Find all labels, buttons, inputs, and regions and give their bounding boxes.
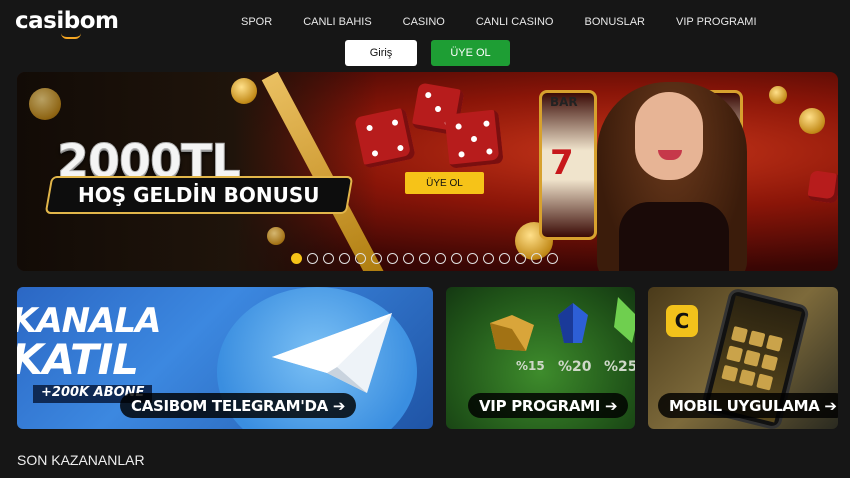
slot-seven-symbol: 7 <box>550 143 574 183</box>
register-button[interactable]: ÜYE OL <box>431 40 510 66</box>
vip-percent-25: %25 <box>604 359 635 375</box>
vip-promo-card[interactable]: %15 %20 %25 VIP PROGRAMI ➔ <box>446 287 635 429</box>
coin-icon <box>769 86 787 104</box>
dice-icon <box>354 107 416 169</box>
carousel-dot[interactable] <box>307 253 318 264</box>
carousel-dot[interactable] <box>355 253 366 264</box>
carousel-dot[interactable] <box>419 253 430 264</box>
mobile-app-promo-card[interactable]: C MOBIL UYGULAMA ➔ <box>648 287 838 429</box>
carousel-dot[interactable] <box>451 253 462 264</box>
hero-banner[interactable]: BAR 7 BAR 7 2000TL HOŞ GELDİN BONUSU ÜYE… <box>17 72 838 271</box>
coin-icon <box>267 227 285 245</box>
carousel-pagination <box>291 253 558 264</box>
logo-text: casibom <box>15 8 119 34</box>
main-nav: SPOR CANLI BAHIS CASINO CANLI CASINO BON… <box>241 16 788 28</box>
vip-percent-20: %20 <box>558 359 592 375</box>
slot-bar-symbol: BAR <box>550 95 578 109</box>
telegram-promo-card[interactable]: KANALA KATIL +200K ABONE CASIBOM TELEGRA… <box>17 287 433 429</box>
hero-register-button[interactable]: ÜYE OL <box>405 172 484 194</box>
carousel-dot[interactable] <box>515 253 526 264</box>
carousel-dot[interactable] <box>483 253 494 264</box>
vip-percent-15: %15 <box>516 359 545 373</box>
carousel-dot[interactable] <box>499 253 510 264</box>
mobile-app-link[interactable]: MOBIL UYGULAMA ➔ <box>658 393 838 418</box>
coin-icon <box>29 88 61 120</box>
logo-smile-icon <box>61 33 81 39</box>
hero-model-image <box>589 72 759 271</box>
gold-gem-icon <box>490 315 534 351</box>
nav-bonuslar[interactable]: BONUSLAR <box>584 16 645 28</box>
nav-canli-bahis[interactable]: CANLI BAHIS <box>303 16 371 28</box>
login-button[interactable]: Giriş <box>345 40 417 66</box>
bonus-headline: HOŞ GELDİN BONUSU <box>78 183 320 207</box>
telegram-plane-icon <box>272 313 392 393</box>
casibom-app-icon: C <box>666 305 698 337</box>
blue-gem-icon <box>558 303 588 343</box>
carousel-dot[interactable] <box>291 253 302 264</box>
nav-casino[interactable]: CASINO <box>403 16 445 28</box>
recent-winners-title: SON KAZANANLAR <box>17 452 145 468</box>
carousel-dot[interactable] <box>435 253 446 264</box>
carousel-dot[interactable] <box>403 253 414 264</box>
nav-vip-programi[interactable]: VIP PROGRAMI <box>676 16 756 28</box>
carousel-dot[interactable] <box>339 253 350 264</box>
coin-icon <box>231 78 257 104</box>
coin-icon <box>799 108 825 134</box>
carousel-dot[interactable] <box>547 253 558 264</box>
carousel-dot[interactable] <box>467 253 478 264</box>
nav-canli-casino[interactable]: CANLI CASINO <box>476 16 554 28</box>
carousel-dot[interactable] <box>371 253 382 264</box>
carousel-dot[interactable] <box>387 253 398 264</box>
green-gem-icon <box>614 297 635 343</box>
dice-icon <box>807 170 838 204</box>
nav-spor[interactable]: SPOR <box>241 16 272 28</box>
telegram-link[interactable]: CASIBOM TELEGRAM'DA ➔ <box>120 393 357 418</box>
vip-program-link[interactable]: VIP PROGRAMI ➔ <box>468 393 629 418</box>
bonus-headline-tag: HOŞ GELDİN BONUSU <box>44 176 354 214</box>
casibom-logo[interactable]: casibom <box>15 8 119 39</box>
telegram-line2: KATIL <box>17 335 139 384</box>
carousel-dot[interactable] <box>531 253 542 264</box>
dice-icon <box>444 109 504 169</box>
carousel-dot[interactable] <box>323 253 334 264</box>
